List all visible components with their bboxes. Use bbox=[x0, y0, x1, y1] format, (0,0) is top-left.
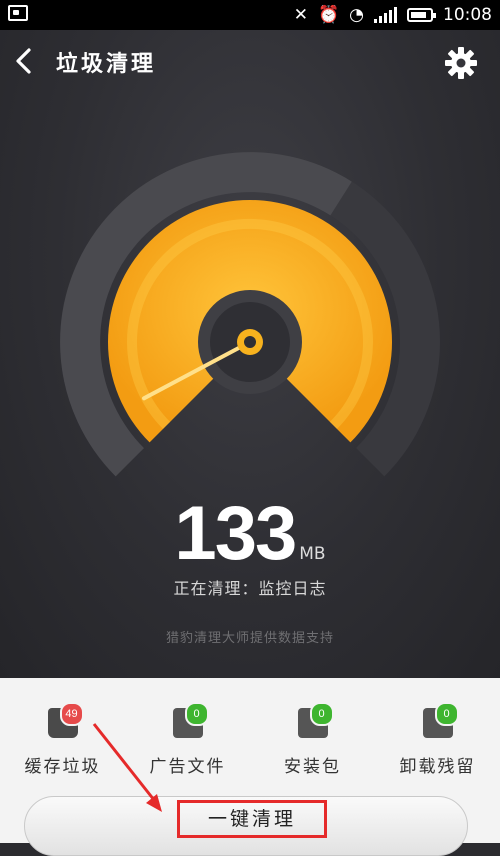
category-list: 49 缓存垃圾 0 广告文件 0 安装包 0 卸载残留 bbox=[0, 702, 500, 777]
ad-file-icon: 0 bbox=[172, 702, 209, 738]
cleaning-status: 正在清理：监控日志 bbox=[173, 579, 327, 598]
category-ads[interactable]: 0 广告文件 bbox=[133, 702, 243, 777]
category-label: 安装包 bbox=[284, 757, 341, 777]
scan-size: 133 MB bbox=[0, 490, 500, 577]
category-label: 广告文件 bbox=[149, 757, 226, 777]
category-residue[interactable]: 0 卸载残留 bbox=[383, 702, 493, 777]
cache-trash-icon: 49 bbox=[47, 702, 84, 738]
one-key-clean-label[interactable]: 一键清理 bbox=[177, 800, 327, 838]
usage-gauge bbox=[60, 151, 440, 477]
wifi-icon: ◔ bbox=[349, 5, 364, 25]
category-label: 缓存垃圾 bbox=[24, 757, 101, 777]
ads-badge: 0 bbox=[184, 702, 209, 726]
uninstall-residue-icon: 0 bbox=[422, 702, 459, 738]
gear-icon[interactable] bbox=[444, 46, 478, 80]
support-text: 猎豹清理大师提供数据支持 bbox=[165, 631, 334, 646]
install-package-icon: 0 bbox=[297, 702, 334, 738]
category-apk[interactable]: 0 安装包 bbox=[258, 702, 368, 777]
apk-badge: 0 bbox=[309, 702, 334, 726]
signal-icon bbox=[374, 7, 397, 23]
battery-icon bbox=[407, 8, 436, 22]
gallery-icon bbox=[8, 5, 28, 21]
alarm-icon: ⏰ bbox=[317, 5, 340, 25]
scan-value: 133 bbox=[174, 491, 297, 576]
category-label: 卸载残留 bbox=[399, 757, 476, 777]
cache-badge: 49 bbox=[59, 702, 84, 726]
gauge-pivot-center bbox=[244, 336, 256, 348]
residue-badge: 0 bbox=[434, 702, 459, 726]
chevron-left-icon[interactable] bbox=[10, 46, 40, 76]
clock: 10:08 bbox=[443, 5, 492, 25]
scan-unit: MB bbox=[299, 544, 326, 564]
page-title: 垃圾清理 bbox=[56, 52, 157, 77]
status-bar: ✕ ⏰ ◔ 10:08 bbox=[0, 0, 500, 30]
main-panel: 垃圾清理 133 MB 正在清理：监控日志 猎豹清理大师提供数据支持 bbox=[0, 30, 500, 678]
app-header: 垃圾清理 bbox=[0, 30, 500, 94]
mute-icon: ✕ bbox=[293, 5, 308, 25]
category-cache[interactable]: 49 缓存垃圾 bbox=[8, 702, 118, 777]
